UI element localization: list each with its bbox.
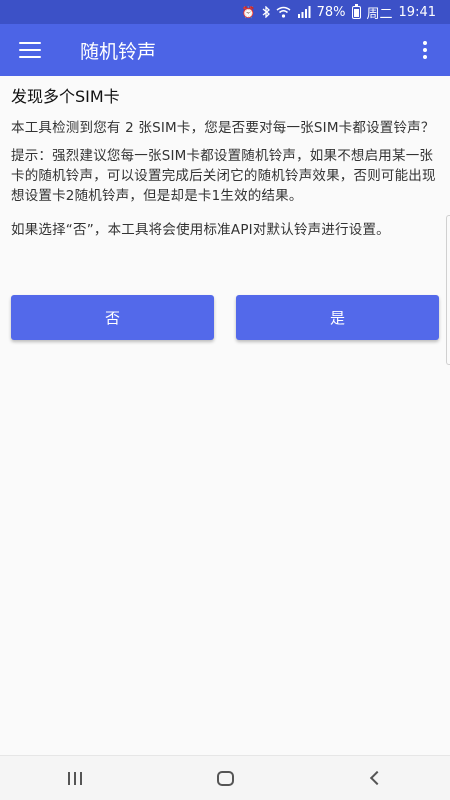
no-button[interactable]: 否 [11,295,214,340]
recent-apps-icon [68,771,82,785]
dialog-buttons: 否 是 [11,295,439,340]
wifi-icon [276,6,291,18]
alarm-icon: ⏰ [241,5,256,19]
dialog-title: 发现多个SIM卡 [11,87,120,106]
signal-icon [297,6,311,18]
dialog-message: 本工具检测到您有 2 张SIM卡，您是否要对每一张SIM卡都设置铃声？ [11,120,435,136]
home-button[interactable] [195,756,255,800]
status-icons: ⏰ 78% 周二 19:41 [242,3,436,22]
yes-button[interactable]: 是 [236,295,439,340]
dialog-note: 如果选择“否”，本工具将会使用标准API对默认铃声进行设置。 [11,222,390,238]
app-bar: 随机铃声 [0,24,450,76]
back-icon [369,770,385,786]
battery-icon [351,3,361,19]
bluetooth-icon [262,6,270,18]
dialog-tip: 提示：强烈建议您每一张SIM卡都设置随机铃声，如果不想启用某一张卡的随机铃声，可… [11,148,436,204]
navigation-bar [0,755,450,800]
dialog-content: 发现多个SIM卡 本工具检测到您有 2 张SIM卡，您是否要对每一张SIM卡都设… [11,86,439,248]
menu-button[interactable] [0,24,60,76]
recent-apps-button[interactable] [45,756,105,800]
status-date: 周二 [366,6,393,22]
home-icon [216,770,234,786]
edge-panel-handle[interactable] [446,215,450,365]
more-vert-icon [423,41,427,59]
battery-percent: 78% [316,4,346,20]
overflow-menu-button[interactable] [400,24,450,76]
status-bar: ⏰ 78% 周二 19:41 [0,0,450,24]
app-title: 随机铃声 [80,40,157,63]
back-button[interactable] [345,756,405,800]
status-time: 19:41 [398,4,436,20]
hamburger-icon [19,42,41,58]
